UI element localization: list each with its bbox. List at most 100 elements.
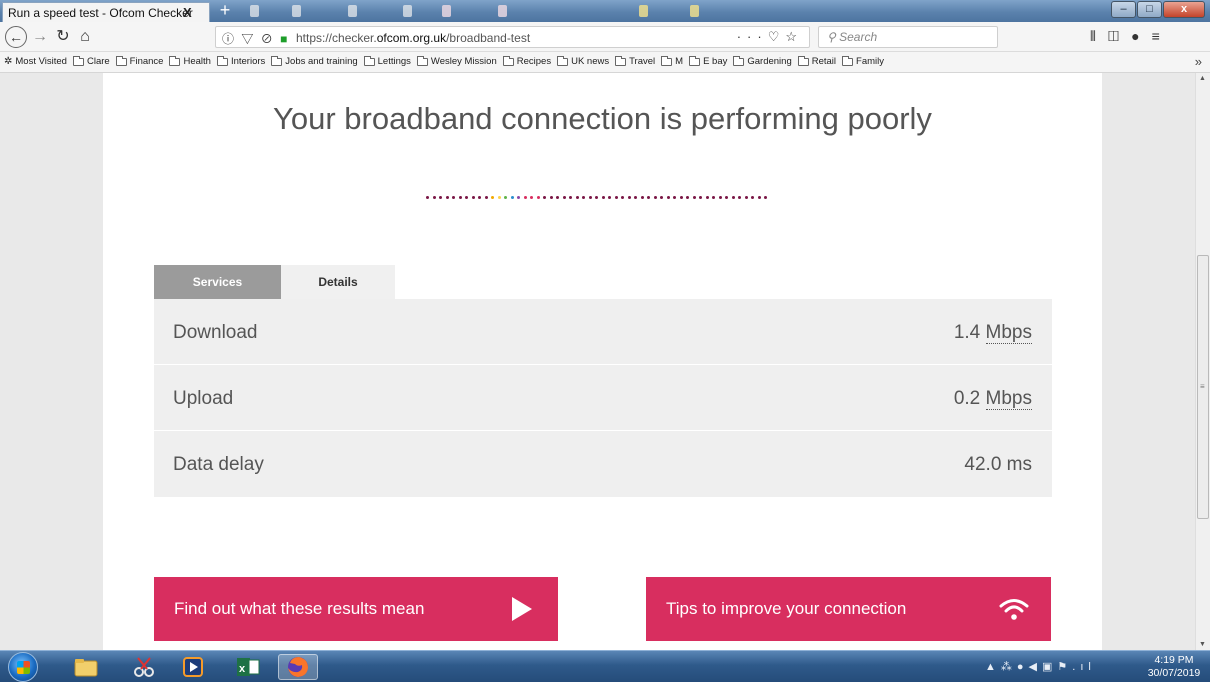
- connection-tips-button[interactable]: Tips to improve your connection: [646, 577, 1051, 641]
- bookmark-folder[interactable]: Clare: [72, 55, 110, 67]
- bookmark-label: Interiors: [230, 56, 266, 67]
- divider-dot: [686, 196, 689, 199]
- taskbar-clock[interactable]: 4:19 PM 30/07/2019: [1146, 654, 1202, 680]
- folder-icon: [74, 659, 98, 677]
- clock-time: 4:19 PM: [1154, 654, 1194, 666]
- flag-icon[interactable]: ⚑: [1057, 661, 1072, 673]
- permissions-icon: ⊘: [260, 32, 275, 46]
- bookmark-folder[interactable]: Jobs and training: [271, 55, 358, 67]
- dotted-divider: [426, 196, 771, 202]
- bookmarks-overflow-button[interactable]: »: [1195, 54, 1202, 69]
- bookmark-label: M: [675, 56, 684, 67]
- bookmark-label: Jobs and training: [285, 56, 358, 67]
- bookmark-folder[interactable]: Family: [842, 55, 884, 67]
- bookmark-most-visited[interactable]: ✲ Most Visited: [4, 56, 67, 67]
- bookmark-folder[interactable]: Health: [169, 55, 211, 67]
- pocket-icon[interactable]: ♡: [768, 29, 786, 44]
- divider-dot: [569, 196, 572, 199]
- divider-dot: [504, 196, 507, 199]
- new-tab-button[interactable]: +: [214, 0, 236, 20]
- bookmark-label: E bay: [703, 56, 728, 67]
- network-icon[interactable]: ⁂: [1001, 661, 1017, 673]
- bookmark-star-icon[interactable]: ☆: [785, 29, 803, 44]
- bookmark-folder[interactable]: UK news: [557, 55, 609, 67]
- vertical-scrollbar[interactable]: ▲ ≡ ▼: [1195, 73, 1210, 650]
- search-input[interactable]: ⚲ Search: [818, 26, 998, 48]
- bookmark-folder[interactable]: Retail: [797, 55, 836, 67]
- status-icon[interactable]: ●: [1017, 661, 1029, 673]
- home-button[interactable]: ⌂: [75, 26, 95, 48]
- gear-icon: ✲: [4, 56, 13, 67]
- bookmark-folder[interactable]: Lettings: [363, 55, 411, 67]
- result-label: Download: [173, 322, 258, 343]
- sidebar-icon[interactable]: ◫: [1108, 28, 1131, 44]
- folder-icon: [363, 55, 375, 66]
- bookmark-folder[interactable]: Interiors: [216, 55, 266, 67]
- browser-tab-active[interactable]: Run a speed test - Ofcom Checker X: [2, 2, 210, 22]
- reload-button[interactable]: ↻: [53, 26, 73, 48]
- page-content: Your broadband connection is performing …: [103, 73, 1102, 650]
- start-button[interactable]: [8, 652, 38, 682]
- address-bar-actions: ···♡☆: [737, 29, 803, 45]
- blurred-tab-icon: [639, 5, 648, 17]
- divider-dot: [588, 196, 592, 199]
- close-window-button[interactable]: x: [1163, 1, 1205, 18]
- folder-icon: [72, 55, 84, 66]
- grip-icon: ≡: [1200, 382, 1205, 391]
- bookmark-folder[interactable]: Recipes: [502, 55, 551, 67]
- bookmark-folder[interactable]: Travel: [615, 55, 655, 67]
- volume-icon[interactable]: ◀: [1029, 661, 1042, 673]
- bookmark-folder[interactable]: Finance: [115, 55, 163, 67]
- maximize-button[interactable]: □: [1137, 1, 1162, 18]
- show-hidden-icons-icon[interactable]: ▲: [985, 661, 1001, 673]
- divider-dot: [439, 196, 442, 199]
- menu-icon[interactable]: ≡: [1152, 28, 1172, 44]
- window-titlebar: Run a speed test - Ofcom Checker X + – □…: [0, 0, 1210, 22]
- media-player-taskbar-button[interactable]: [173, 654, 213, 680]
- tab-details[interactable]: Details: [281, 265, 395, 299]
- site-info-icons[interactable]: ⓘ ▽ ⊘ ■: [222, 30, 289, 47]
- scroll-down-arrow-icon[interactable]: ▼: [1199, 641, 1206, 648]
- address-bar[interactable]: ⓘ ▽ ⊘ ■ https://checker.ofcom.org.uk/bro…: [215, 26, 810, 48]
- excel-taskbar-button[interactable]: x: [228, 654, 268, 680]
- library-icon[interactable]: ⫴: [1090, 28, 1108, 44]
- divider-dot: [712, 196, 715, 199]
- result-row-download: Download 1.4 Mbps: [154, 299, 1052, 365]
- device-icon[interactable]: ▣: [1042, 661, 1057, 673]
- url-prefix: https://checker.: [296, 31, 377, 45]
- firefox-taskbar-button[interactable]: [278, 654, 318, 680]
- divider-dot: [497, 196, 501, 199]
- forward-button[interactable]: →: [31, 26, 49, 48]
- folder-icon: [115, 55, 127, 66]
- bookmark-folder[interactable]: M: [661, 55, 684, 67]
- signal-icon[interactable]: .ıl: [1072, 661, 1096, 673]
- back-button[interactable]: ←: [5, 26, 27, 48]
- scroll-up-arrow-icon[interactable]: ▲: [1199, 75, 1206, 82]
- wifi-icon: [999, 599, 1029, 620]
- firefox-icon: [288, 657, 308, 677]
- windows-logo-icon: [17, 661, 30, 674]
- account-icon[interactable]: ●: [1131, 28, 1151, 44]
- folder-icon: [615, 55, 627, 66]
- scissors-icon: [134, 657, 154, 677]
- bookmark-folder[interactable]: E bay: [689, 55, 728, 67]
- divider-dot: [582, 196, 585, 199]
- divider-dot: [608, 196, 611, 199]
- tab-services[interactable]: Services: [154, 265, 281, 299]
- divider-dot: [692, 196, 696, 199]
- snipping-tool-taskbar-button[interactable]: [124, 654, 164, 680]
- bookmark-folder[interactable]: Gardening: [733, 55, 792, 67]
- divider-dot: [510, 196, 514, 199]
- explorer-taskbar-button[interactable]: [66, 654, 106, 680]
- bookmark-folder[interactable]: Wesley Mission: [416, 55, 497, 67]
- result-unit[interactable]: Mbps: [985, 322, 1032, 344]
- page-actions-icon[interactable]: ···: [737, 29, 768, 44]
- blurred-tab-icon: [348, 5, 357, 17]
- results-meaning-button[interactable]: Find out what these results mean: [154, 577, 558, 641]
- result-value: 0.2 Mbps: [954, 388, 1032, 410]
- result-unit[interactable]: Mbps: [985, 388, 1032, 410]
- result-row-upload: Upload 0.2 Mbps: [154, 365, 1052, 431]
- minimize-button[interactable]: –: [1111, 1, 1136, 18]
- tab-close-icon[interactable]: X: [183, 5, 192, 20]
- scrollbar-thumb[interactable]: ≡: [1197, 255, 1209, 519]
